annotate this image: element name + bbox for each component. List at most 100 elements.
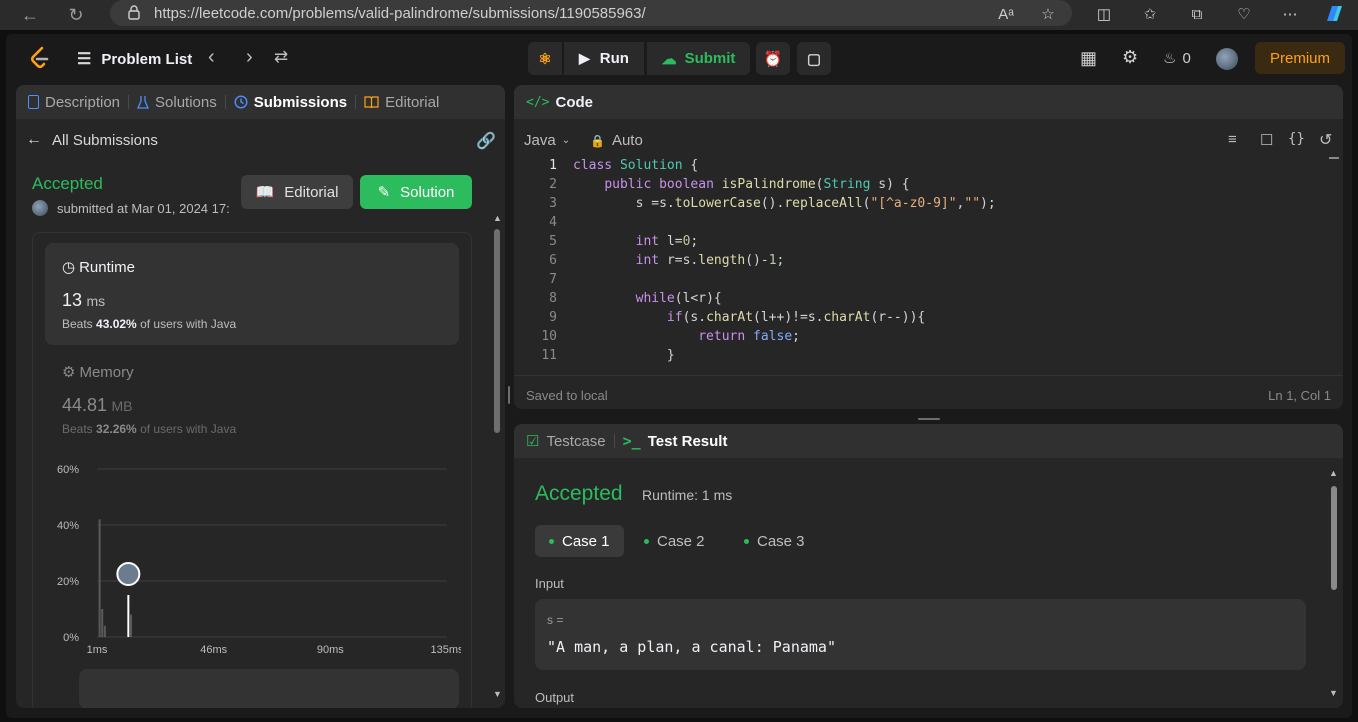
memory-card[interactable]: ⚙ Memory 44.81 MB Beats 32.26% of users w… xyxy=(45,353,459,443)
collections-icon[interactable]: ⧉ xyxy=(1183,2,1211,26)
notes-button[interactable]: ▢ xyxy=(797,42,831,75)
scroll-down-icon[interactable]: ▼ xyxy=(493,689,502,699)
back-icon[interactable]: ← xyxy=(16,1,44,29)
runtime-beats-suffix: of users with Java xyxy=(140,317,237,331)
all-submissions-link[interactable]: ← All Submissions xyxy=(26,131,158,149)
memory-label: Memory xyxy=(79,363,134,381)
editor-scrollbar[interactable] xyxy=(1329,157,1339,159)
tab-description[interactable]: Description xyxy=(28,94,120,111)
runtime-number: 13 xyxy=(62,290,83,310)
saved-status: Saved to local xyxy=(526,388,608,403)
leetcode-logo-icon[interactable] xyxy=(28,46,50,70)
runtime-distribution-chart: 60% 40% 20% 0% 1ms 46ms 90ms 135ms xyxy=(57,464,461,656)
solution-button[interactable]: ✎ Solution xyxy=(360,175,472,209)
braces-icon[interactable]: {} xyxy=(1288,131,1305,147)
timer-button[interactable]: ⏰ xyxy=(756,42,790,75)
arrow-left-icon: ← xyxy=(26,131,42,148)
premium-button[interactable]: Premium xyxy=(1255,42,1345,74)
resize-handle[interactable] xyxy=(918,418,940,420)
runtime-header: ◷ Runtime xyxy=(62,258,135,277)
chip-icon: ⚙ xyxy=(62,364,76,381)
split-screen-icon[interactable]: ◫ xyxy=(1090,2,1118,26)
runtime-card[interactable]: ◷ Runtime 13 ms Beats 43.02% of users wit… xyxy=(45,243,459,345)
health-icon[interactable]: ♡ xyxy=(1230,2,1258,26)
language-select[interactable]: Java ⌄ xyxy=(524,132,570,149)
all-submissions-label: All Submissions xyxy=(52,131,158,149)
pass-dot-icon xyxy=(549,538,554,544)
url-text: https://leetcode.com/problems/valid-pali… xyxy=(154,4,646,22)
streak-count: 0 xyxy=(1182,49,1191,67)
favorites-icon[interactable]: ✩ xyxy=(1136,2,1164,26)
streak-counter[interactable]: ♨ 0 xyxy=(1163,49,1191,68)
tab-test-result[interactable]: >_ Test Result xyxy=(623,432,728,450)
x-tick-label: 90ms xyxy=(317,644,344,656)
scroll-up-icon[interactable]: ▲ xyxy=(493,213,502,223)
prev-problem-icon[interactable]: ‹ xyxy=(208,46,215,69)
pass-dot-icon xyxy=(644,538,649,544)
line-numbers: 1 2 3 4 5 6 7 8 9 10 11 xyxy=(527,156,557,365)
bookmark-icon[interactable]: ☐ xyxy=(1260,131,1273,149)
format-icon[interactable]: ≡ xyxy=(1228,131,1237,148)
memory-value: 44.81 MB xyxy=(62,395,133,416)
clock-icon: ◷ xyxy=(62,259,76,276)
left-tabs: Description Solutions Submissions Editor… xyxy=(16,85,505,119)
highlighted-bar xyxy=(127,595,130,637)
code-editor[interactable]: class Solution { public boolean isPalind… xyxy=(573,156,1323,376)
auto-toggle[interactable]: 🔒 Auto xyxy=(590,132,643,149)
code-header: </> Code xyxy=(514,85,1343,119)
editorial-button[interactable]: 📖 Editorial xyxy=(241,175,353,209)
testcase-label: Testcase xyxy=(546,432,606,450)
share-link-icon[interactable]: 🔗 xyxy=(476,131,496,151)
problem-list-button[interactable]: ☰ Problem List xyxy=(77,49,192,69)
submit-button[interactable]: ☁ Submit xyxy=(647,42,750,75)
code-preview-card xyxy=(79,669,459,708)
address-bar[interactable]: https://leetcode.com/problems/valid-pali… xyxy=(110,0,1072,26)
tab-testcase[interactable]: ☑ Testcase xyxy=(526,432,606,451)
scrollbar[interactable]: ▲ ▼ xyxy=(493,213,502,703)
more-icon[interactable]: ⋯ xyxy=(1276,2,1304,26)
x-tick-label: 1ms xyxy=(87,644,108,656)
runtime-beats-prefix: Beats xyxy=(62,317,93,331)
scroll-thumb[interactable] xyxy=(494,229,500,433)
run-button[interactable]: ▶ Run xyxy=(564,42,644,75)
settings-icon[interactable]: ⚙ xyxy=(1122,47,1138,68)
test-result-label: Test Result xyxy=(647,432,728,450)
scroll-down-icon[interactable]: ▼ xyxy=(1329,688,1338,698)
favorite-icon[interactable]: ☆ xyxy=(1034,2,1062,26)
tab-solutions[interactable]: Solutions xyxy=(137,94,217,111)
next-problem-icon[interactable]: › xyxy=(246,46,253,69)
x-tick-label: 46ms xyxy=(200,644,227,656)
result-scrollbar[interactable]: ▲ ▼ xyxy=(1329,468,1339,704)
case-3-tab[interactable]: Case 3 xyxy=(730,525,819,557)
input-var-name: s = xyxy=(547,613,564,627)
case-1-tab[interactable]: Case 1 xyxy=(535,525,624,557)
scroll-thumb[interactable] xyxy=(1331,486,1337,590)
stats-card: ◷ Runtime 13 ms Beats 43.02% of users wit… xyxy=(32,232,472,708)
scroll-up-icon[interactable]: ▲ xyxy=(1329,468,1338,478)
vertical-resize-handle[interactable] xyxy=(508,386,510,404)
input-box: s = "A man, a plan, a canal: Panama" xyxy=(535,599,1306,670)
memory-beats: Beats 32.26% of users with Java xyxy=(62,422,236,436)
line-number: 5 xyxy=(549,234,557,249)
debug-button[interactable]: ⚛ xyxy=(528,42,562,75)
reset-icon[interactable]: ↺ xyxy=(1319,130,1332,150)
avatar[interactable] xyxy=(1216,48,1238,70)
book-icon xyxy=(364,95,379,108)
code-panel: </> Code Java ⌄ 🔒 Auto ≡ ☐ {} ↺ 1 2 3 4 5 6 7 8… xyxy=(514,85,1343,409)
list-icon: ☰ xyxy=(77,51,92,68)
shuffle-icon[interactable]: ⇄ xyxy=(274,47,288,67)
case-2-tab[interactable]: Case 2 xyxy=(630,525,719,557)
layout-icon[interactable]: ▦ xyxy=(1080,48,1097,69)
editorial-label: Editorial xyxy=(284,183,339,201)
y-tick-label: 20% xyxy=(57,576,79,588)
line-number: 3 xyxy=(549,196,557,211)
read-aloud-icon[interactable]: Aᵃ xyxy=(992,2,1020,26)
premium-label: Premium xyxy=(1269,49,1330,67)
chart-bar xyxy=(103,625,106,637)
tab-submissions[interactable]: Submissions xyxy=(234,94,347,111)
copilot-icon[interactable] xyxy=(1320,2,1348,26)
refresh-icon[interactable]: ↻ xyxy=(62,1,90,29)
code-title: Code xyxy=(555,93,593,111)
line-number: 1 xyxy=(549,158,557,173)
tab-editorial[interactable]: Editorial xyxy=(364,94,439,111)
